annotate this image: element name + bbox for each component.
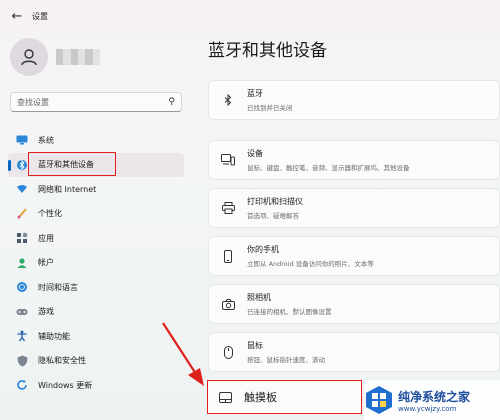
user-profile[interactable] xyxy=(10,38,100,76)
watermark: 纯净系统之家 www.ycwjzy.com xyxy=(364,380,500,420)
card-your-phone[interactable]: 你的手机 立即从 Android 设备访问你的照片、文本等 xyxy=(208,236,500,276)
card-title: 照相机 xyxy=(247,293,271,302)
avatar xyxy=(10,38,48,76)
card-title: 打印机和扫描仪 xyxy=(247,197,303,206)
bluetooth-icon xyxy=(221,93,235,107)
mouse-icon xyxy=(221,345,235,359)
card-touchpad[interactable]: 触摸板 xyxy=(207,380,362,414)
sidebar-item-label: 辅助功能 xyxy=(38,331,70,341)
touchpad-icon xyxy=(218,390,232,404)
highlight-bluetooth-nav xyxy=(28,152,116,176)
red-arrow-annotation xyxy=(162,322,204,386)
person-icon xyxy=(21,49,37,66)
shield-icon xyxy=(16,355,28,367)
update-icon xyxy=(16,379,28,391)
sidebar-item-network[interactable]: 网络和 Internet xyxy=(8,177,184,202)
phone-icon xyxy=(221,249,235,263)
sidebar-item-windows-update[interactable]: Windows 更新 xyxy=(8,373,184,398)
card-subtitle: 首选项、疑难解答 xyxy=(247,212,299,220)
sidebar-item-privacy[interactable]: 隐私和安全性 xyxy=(8,349,184,374)
search-icon: ⚲ xyxy=(168,97,175,107)
brush-icon xyxy=(16,208,28,220)
page-title: 蓝牙和其他设备 xyxy=(208,41,327,61)
sidebar-item-label: 游戏 xyxy=(38,307,54,317)
watermark-url: www.ycwjzy.com xyxy=(398,404,457,413)
app-title: 设置 xyxy=(32,11,48,21)
search-placeholder: 查找设置 xyxy=(17,97,49,107)
sidebar-item-gaming[interactable]: 游戏 xyxy=(8,300,184,325)
devices-icon xyxy=(221,153,235,167)
card-title: 触摸板 xyxy=(244,391,277,404)
card-printers[interactable]: 打印机和扫描仪 首选项、疑难解答 xyxy=(208,188,500,228)
settings-window: ← 设置 查找设置 ⚲ 系统 蓝牙和其他设备 网络和 Internet 个性化 … xyxy=(0,0,500,420)
sidebar-item-apps[interactable]: 应用 xyxy=(8,226,184,251)
card-title: 你的手机 xyxy=(247,245,279,254)
title-bar: ← 设置 xyxy=(10,8,48,24)
bluetooth-icon xyxy=(16,159,28,171)
card-title: 蓝牙 xyxy=(247,89,263,98)
sidebar-item-label: 帐户 xyxy=(38,258,54,268)
card-subtitle: 立即从 Android 设备访问你的照片、文本等 xyxy=(247,260,374,268)
sidebar-item-label: 隐私和安全性 xyxy=(38,356,86,366)
sidebar-item-label: 个性化 xyxy=(38,209,62,219)
person-icon xyxy=(16,257,28,269)
sidebar-item-label: 系统 xyxy=(38,135,54,145)
camera-icon xyxy=(221,297,235,311)
back-arrow-icon[interactable]: ← xyxy=(10,9,24,24)
sidebar-item-accessibility[interactable]: 辅助功能 xyxy=(8,324,184,349)
card-subtitle: 鼠标、键盘、触控笔、音频、显示器和扩展坞、其他设备 xyxy=(247,164,410,172)
sidebar-item-label: 网络和 Internet xyxy=(38,184,97,194)
globe-clock-icon xyxy=(16,281,28,293)
card-subtitle: 已连接的相机、默认图像设置 xyxy=(247,308,332,316)
card-title: 鼠标 xyxy=(247,341,263,350)
sidebar-item-time-language[interactable]: 时间和语言 xyxy=(8,275,184,300)
watermark-logo-icon xyxy=(366,386,392,414)
card-camera[interactable]: 照相机 已连接的相机、默认图像设置 xyxy=(208,284,500,324)
sidebar-item-system[interactable]: 系统 xyxy=(8,128,184,153)
card-mouse[interactable]: 鼠标 按钮、鼠标指针速度、滚动 xyxy=(208,332,500,372)
search-input[interactable]: 查找设置 ⚲ xyxy=(10,92,182,112)
gamepad-icon xyxy=(16,306,28,318)
card-devices[interactable]: 设备 鼠标、键盘、触控笔、音频、显示器和扩展坞、其他设备 xyxy=(208,140,500,180)
monitor-icon xyxy=(16,134,28,146)
username-blurred xyxy=(56,49,100,65)
accessibility-icon xyxy=(16,330,28,342)
apps-icon xyxy=(16,232,28,244)
wifi-icon xyxy=(16,183,28,195)
sidebar-item-label: Windows 更新 xyxy=(38,380,93,390)
sidebar-item-accounts[interactable]: 帐户 xyxy=(8,251,184,276)
watermark-title: 纯净系统之家 xyxy=(398,389,471,404)
printer-icon xyxy=(221,201,235,215)
sidebar-item-label: 时间和语言 xyxy=(38,282,78,292)
sidebar-item-label: 应用 xyxy=(38,233,54,243)
card-bluetooth[interactable]: 蓝牙 已找到并已关闭 xyxy=(208,80,500,120)
card-subtitle: 已找到并已关闭 xyxy=(247,104,293,112)
card-title: 设备 xyxy=(247,149,263,158)
card-subtitle: 按钮、鼠标指针速度、滚动 xyxy=(247,356,325,364)
sidebar-item-personalization[interactable]: 个性化 xyxy=(8,202,184,227)
